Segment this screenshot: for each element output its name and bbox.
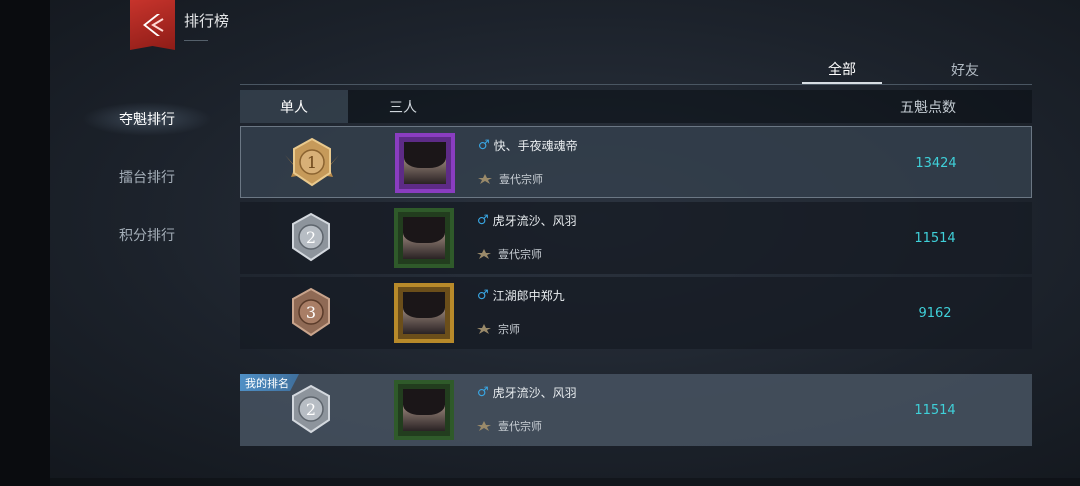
avatar[interactable] xyxy=(394,208,454,268)
sidenav-item-label: 夺魁排行 xyxy=(119,112,175,128)
male-icon: ♂ xyxy=(477,288,489,303)
avatar[interactable] xyxy=(394,283,454,343)
player-title: 壹代宗师 xyxy=(477,246,542,262)
back-arrow-icon xyxy=(142,14,164,36)
my-rank-row[interactable]: 我的排名 2 ♂ 虎牙流沙、风羽 壹代宗师 11514 xyxy=(240,374,1032,446)
male-icon: ♂ xyxy=(478,138,490,153)
sidenav-item-label: 擂台排行 xyxy=(119,170,175,186)
title-emblem-icon xyxy=(478,174,492,184)
player-title: 壹代宗师 xyxy=(477,418,542,434)
table-row[interactable]: 1 ♂ 快、手夜魂魂帝 壹代宗师 13424 xyxy=(240,126,1032,198)
table-header: 单人 三人 五魁点数 xyxy=(240,90,1032,123)
svg-text:2: 2 xyxy=(306,228,316,247)
filter-tabs: 全部 好友 xyxy=(240,56,1032,85)
avatar[interactable] xyxy=(395,133,455,193)
score-value: 11514 xyxy=(914,402,956,418)
player-title: 宗师 xyxy=(477,321,520,337)
table-row[interactable]: 2 ♂ 虎牙流沙、风羽 壹代宗师 11514 xyxy=(240,202,1032,274)
player-name: ♂ 江湖郎中郑九 xyxy=(477,288,565,303)
title-emblem-icon xyxy=(477,249,491,259)
score-column-header: 五魁点数 xyxy=(900,99,956,116)
svg-text:3: 3 xyxy=(306,303,316,322)
silver-medal-icon: 2 xyxy=(292,212,330,262)
table-row[interactable]: 3 ♂ 江湖郎中郑九 宗师 9162 xyxy=(240,277,1032,349)
left-edge-bar xyxy=(0,0,50,486)
male-icon: ♂ xyxy=(477,385,489,400)
bronze-medal-icon: 3 xyxy=(292,287,330,337)
side-navigation: 夺魁排行 擂台排行 积分排行 xyxy=(82,90,212,264)
title-emblem-icon xyxy=(477,324,491,334)
silver-medal-icon: 2 xyxy=(292,384,330,434)
player-name: ♂ 虎牙流沙、风羽 xyxy=(477,213,577,228)
sidenav-item-points[interactable]: 积分排行 xyxy=(92,206,202,264)
svg-text:1: 1 xyxy=(307,153,317,172)
sidenav-item-championship[interactable]: 夺魁排行 xyxy=(82,90,212,148)
avatar[interactable] xyxy=(394,380,454,440)
player-name: ♂ 虎牙流沙、风羽 xyxy=(477,385,577,400)
sidenav-item-arena[interactable]: 擂台排行 xyxy=(92,148,202,206)
page-title: 排行榜 xyxy=(184,12,230,30)
score-value: 9162 xyxy=(918,305,952,321)
score-value: 11514 xyxy=(914,230,956,246)
title-underline xyxy=(184,40,208,41)
bottom-shade xyxy=(50,478,1080,486)
tab-friends[interactable]: 好友 xyxy=(925,56,1005,84)
player-name: ♂ 快、手夜魂魂帝 xyxy=(478,138,578,153)
gold-medal-icon: 1 xyxy=(285,137,339,187)
male-icon: ♂ xyxy=(477,213,489,228)
svg-text:2: 2 xyxy=(306,400,316,419)
score-value: 13424 xyxy=(915,155,957,171)
tab-trio[interactable]: 三人 xyxy=(360,90,446,123)
back-button[interactable] xyxy=(130,0,175,50)
title-emblem-icon xyxy=(477,421,491,431)
sidenav-item-label: 积分排行 xyxy=(119,228,175,244)
player-title: 壹代宗师 xyxy=(478,171,543,187)
tab-all[interactable]: 全部 xyxy=(802,56,882,84)
tab-single[interactable]: 单人 xyxy=(240,90,348,123)
